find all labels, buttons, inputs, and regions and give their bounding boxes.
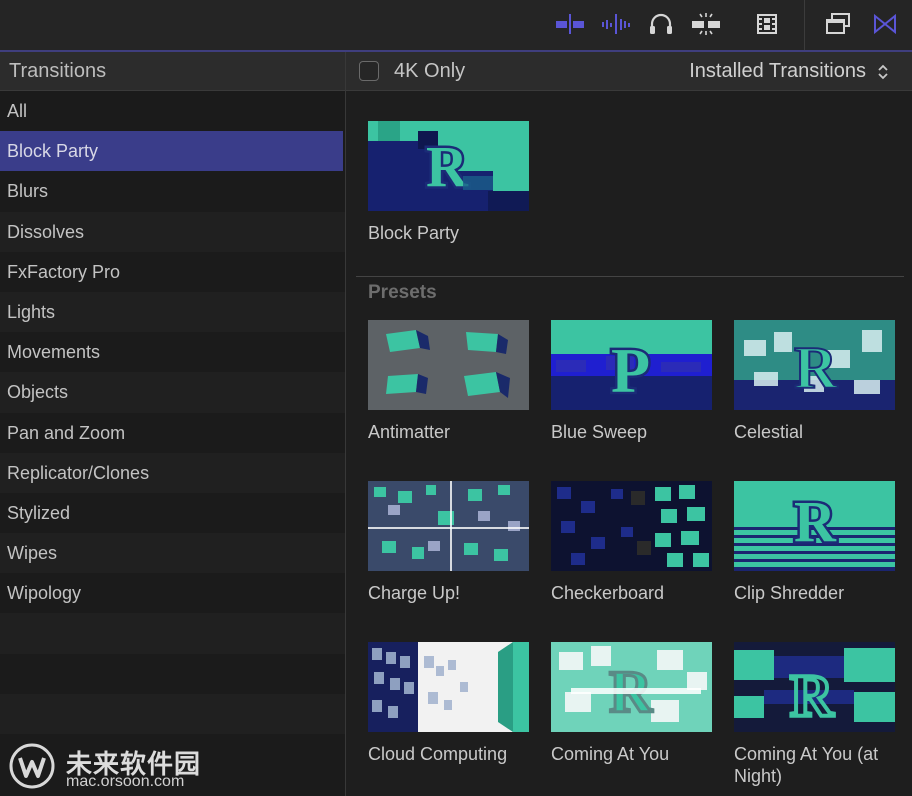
sidebar-item-objects[interactable]: Objects — [0, 372, 345, 413]
thumbnail-label: Block Party — [368, 223, 460, 243]
sidebar-item-replicator-clones[interactable]: Replicator/Clones — [0, 452, 345, 493]
sidebar-item-movements[interactable]: Movements — [0, 332, 345, 372]
thumbnail-clip-shredder[interactable]: R R — [734, 481, 895, 571]
thumbnail-coming-at-you[interactable]: R — [551, 642, 712, 732]
sidebar-item-dissolves[interactable]: Dissolves — [0, 211, 345, 252]
browser-header: 4K Only Installed Transitions — [346, 52, 912, 91]
thumbnail-label: Blue Sweep — [551, 422, 648, 442]
headphones-icon[interactable] — [645, 10, 677, 38]
sidebar-item-wipes[interactable]: Wipes — [0, 533, 345, 574]
thumbnail-label: Checkerboard — [551, 583, 665, 603]
sidebar-item-stylized[interactable]: Stylized — [0, 493, 345, 533]
sidebar-item-block-party[interactable]: Block Party — [0, 131, 343, 172]
sidebar-item-lights[interactable]: Lights — [0, 291, 345, 333]
sidebar-title: Transitions — [0, 52, 345, 91]
sidebar-item-wipology[interactable]: Wipology — [0, 573, 345, 613]
thumbnail-charge-up[interactable] — [368, 481, 529, 571]
sidebar-empty-row — [0, 613, 345, 654]
svg-text:R: R — [426, 134, 469, 199]
thumbnail-label: Antimatter — [368, 422, 451, 442]
svg-text:R: R — [794, 489, 837, 554]
category-sidebar: Transitions All Block Party Blurs Dissol… — [0, 52, 346, 796]
sidebar-empty-row — [0, 654, 345, 694]
transitions-browser-icon[interactable] — [869, 10, 901, 38]
thumbnail-label: Clip Shredder — [734, 583, 845, 603]
thumbnail-cloud-computing[interactable] — [368, 642, 529, 732]
thumbnail-block-party[interactable]: R R — [368, 121, 529, 211]
sidebar-item-all[interactable]: All — [0, 91, 345, 131]
watermark-url: mac.orsoon.com — [66, 773, 185, 790]
thumbnail-celestial[interactable]: R — [734, 320, 895, 410]
thumbnail-label: Charge Up! — [368, 583, 461, 603]
thumbnail-label: Cloud Computing — [368, 744, 508, 764]
4k-only-checkbox[interactable] — [359, 61, 379, 81]
thumbnail-label: Coming At You (at Night) — [734, 744, 879, 786]
sidebar-item-fxfactory-pro[interactable]: FxFactory Pro — [0, 252, 345, 292]
sidebar-item-pan-and-zoom[interactable]: Pan and Zoom — [0, 413, 345, 453]
svg-text:P: P — [611, 335, 650, 406]
svg-text:R: R — [794, 335, 838, 401]
source-select[interactable]: Installed Transitions — [689, 52, 866, 90]
up-down-chevron-icon[interactable] — [876, 63, 890, 81]
section-divider — [356, 276, 904, 277]
skimming-icon[interactable] — [554, 10, 586, 38]
watermark-logo-icon — [9, 743, 55, 789]
filmstrip-icon[interactable] — [751, 10, 783, 38]
sidebar-empty-row — [0, 693, 345, 734]
transitions-browser: 4K Only Installed Transitions R R Block … — [346, 52, 912, 796]
thumbnail-checkerboard[interactable] — [551, 481, 712, 571]
thumbnail-label: Coming At You — [551, 744, 670, 764]
snapping-icon[interactable] — [690, 10, 722, 38]
toolbar-separator — [804, 0, 805, 50]
browser-window-icon[interactable] — [822, 10, 854, 38]
sidebar-item-blurs[interactable]: Blurs — [0, 171, 345, 211]
svg-text:R: R — [790, 663, 834, 729]
presets-heading: Presets — [368, 282, 437, 303]
thumbnail-coming-at-you-at-night[interactable]: R — [734, 642, 895, 732]
toolbar — [0, 0, 912, 50]
4k-only-label[interactable]: 4K Only — [394, 52, 465, 90]
watermark: 未来软件园 mac.orsoon.com — [8, 742, 218, 792]
thumbnail-antimatter[interactable] — [368, 320, 529, 410]
thumbnail-label: Celestial — [734, 422, 804, 442]
thumbnail-blue-sweep[interactable]: P P — [551, 320, 712, 410]
audio-skimming-icon[interactable] — [600, 10, 632, 38]
